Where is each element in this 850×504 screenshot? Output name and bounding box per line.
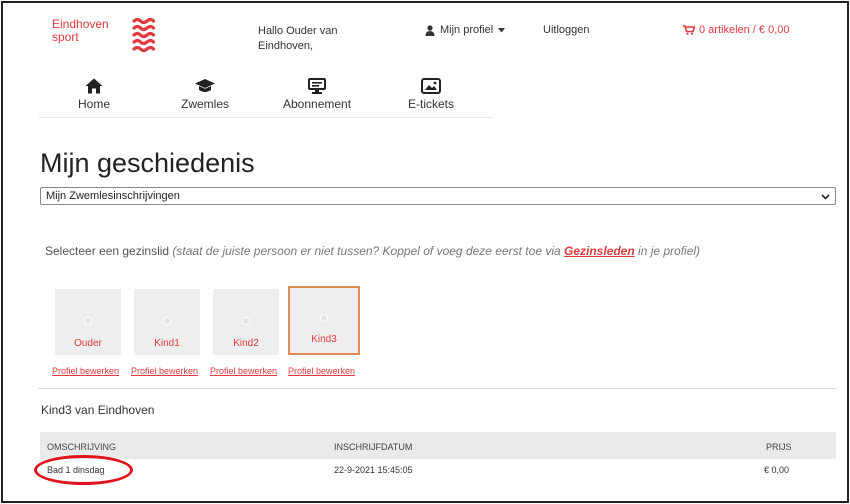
member-name: Ouder [74, 338, 102, 349]
family-member-hint: Selecteer een gezinslid (staat de juiste… [45, 244, 700, 258]
table-header: OMSCHRIJVING INSCHRIJFDATUM PRIJS [40, 432, 836, 459]
page-title: Mijn geschiedenis [40, 148, 255, 178]
annotation-circle [34, 455, 133, 485]
chevron-down-icon [821, 194, 830, 200]
member-card-ouder[interactable]: Ouder [55, 289, 121, 355]
brand-wave-icon[interactable] [131, 16, 157, 54]
member-name: Kind1 [154, 338, 180, 349]
cell-price: € 0,00 [764, 465, 790, 475]
hint-italic: (staat de juiste persoon er niet tussen?… [172, 244, 564, 258]
column-header-price: PRIJS [766, 442, 792, 452]
brand-logo-text[interactable]: Eindhoven sport [52, 18, 109, 44]
edit-profile-link-kind3[interactable]: Profiel bewerken [288, 366, 355, 376]
avatar-placeholder-icon [84, 317, 92, 325]
profile-menu[interactable]: Mijn profiel [425, 24, 506, 36]
section-divider [38, 388, 836, 389]
ticket-image-icon [421, 78, 441, 94]
selected-person-heading: Kind3 van Eindhoven [41, 403, 155, 417]
cart-link[interactable]: 0 artikelen / € 0,00 [683, 24, 790, 36]
logout-link[interactable]: Uitloggen [543, 24, 589, 36]
edit-profile-link-ouder[interactable]: Profiel bewerken [52, 366, 119, 376]
nav-etickets[interactable]: E-tickets [408, 78, 454, 111]
cell-date: 22-9-2021 15:45:05 [334, 465, 413, 475]
member-name: Kind2 [233, 338, 259, 349]
avatar-placeholder-icon [320, 314, 328, 322]
family-members-link[interactable]: Gezinsleden [564, 244, 635, 258]
member-card-kind2[interactable]: Kind2 [213, 289, 279, 355]
column-header-description: OMSCHRIJVING [47, 442, 117, 452]
member-name: Kind3 [311, 334, 337, 345]
nav-home-label: Home [78, 97, 111, 111]
cart-label: 0 artikelen / € 0,00 [699, 24, 790, 36]
monitor-icon [308, 78, 327, 94]
brand-line-2: sport [52, 30, 79, 44]
nav-abonnement[interactable]: Abonnement [283, 78, 351, 111]
nav-zwemles-label: Zwemles [181, 97, 230, 111]
nav-abonnement-label: Abonnement [283, 97, 352, 111]
member-card-kind3[interactable]: Kind3 [288, 286, 360, 355]
user-icon [425, 24, 435, 36]
main-nav: Home Zwemles Abonnement E-tickets [38, 74, 493, 118]
history-type-select[interactable]: Mijn Zwemlesinschrijvingen [40, 187, 836, 205]
home-icon [85, 78, 103, 94]
greeting-text: Hallo Ouder van Eindhoven, [258, 25, 338, 52]
profile-menu-label: Mijn profiel [440, 24, 494, 36]
cart-icon [683, 25, 695, 35]
caret-down-icon [498, 27, 506, 32]
nav-etickets-label: E-tickets [408, 97, 455, 111]
member-card-kind1[interactable]: Kind1 [134, 289, 200, 355]
nav-zwemles[interactable]: Zwemles [181, 78, 229, 111]
avatar-placeholder-icon [242, 317, 250, 325]
edit-profile-link-kind1[interactable]: Profiel bewerken [131, 366, 198, 376]
nav-home[interactable]: Home [78, 78, 110, 111]
graduation-cap-icon [195, 79, 215, 92]
column-header-date: INSCHRIJFDATUM [334, 442, 413, 452]
history-type-select-value: Mijn Zwemlesinschrijvingen [46, 190, 180, 202]
avatar-placeholder-icon [163, 317, 171, 325]
edit-profile-link-kind2[interactable]: Profiel bewerken [210, 366, 277, 376]
table-row[interactable]: Bad 1 dinsdag 22-9-2021 15:45:05 € 0,00 [40, 459, 836, 481]
hint-suffix: in je profiel) [634, 244, 701, 258]
hint-prefix: Selecteer een gezinslid [45, 244, 173, 258]
